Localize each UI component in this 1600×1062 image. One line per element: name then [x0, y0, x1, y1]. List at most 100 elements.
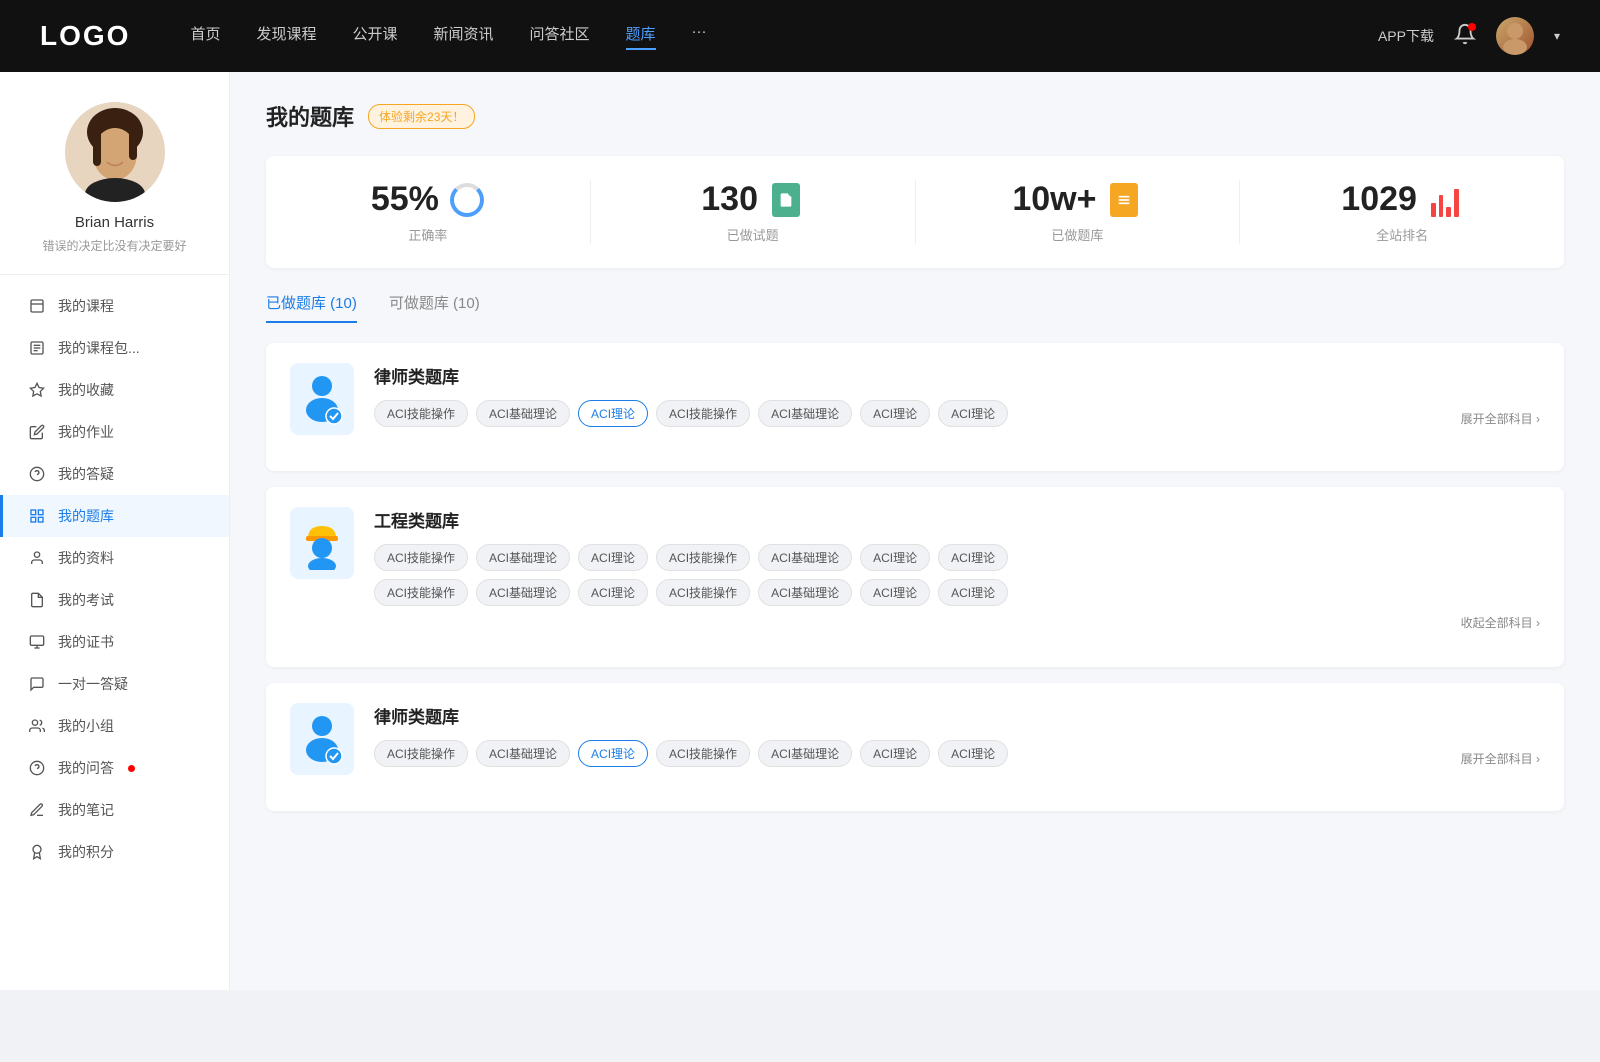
sidebar-item-qbank[interactable]: 我的题库 — [0, 495, 229, 537]
nav-discover[interactable]: 发现课程 — [256, 23, 316, 50]
nav-open-course[interactable]: 公开课 — [352, 23, 397, 50]
qbank-1-tag-5[interactable]: ACI理论 — [860, 400, 930, 427]
nav-qa[interactable]: 问答社区 — [530, 23, 590, 50]
sidebar-item-my-qa[interactable]: 我的问答 — [0, 747, 229, 789]
qbank-3-tag-5[interactable]: ACI理论 — [860, 740, 930, 767]
qbank-2-tags-row2: ACI技能操作 ACI基础理论 ACI理论 ACI技能操作 ACI基础理论 AC… — [374, 579, 1540, 606]
qbank-1-icon — [290, 363, 354, 435]
sidebar-item-course-pkg[interactable]: 我的课程包... — [0, 327, 229, 369]
qbank-2-collapse[interactable]: 收起全部科目 › — [374, 614, 1540, 631]
sidebar-label-points: 我的积分 — [58, 842, 114, 862]
qbank-2-tag2-1[interactable]: ACI基础理论 — [476, 579, 570, 606]
stat-done-banks-label: 已做题库 — [1051, 225, 1103, 244]
qbank-2-tag2-5[interactable]: ACI理论 — [860, 579, 930, 606]
profile-slogan: 错误的决定比没有决定要好 — [42, 237, 186, 254]
qbank-1-tag-2[interactable]: ACI理论 — [578, 400, 648, 427]
qbank-1-tag-0[interactable]: ACI技能操作 — [374, 400, 468, 427]
list-shape-icon — [1110, 183, 1138, 217]
sidebar-label-certificate: 我的证书 — [58, 632, 114, 652]
qbank-2-tag-2[interactable]: ACI理论 — [578, 544, 648, 571]
app-download-button[interactable]: APP下载 — [1378, 26, 1434, 46]
qbank-2-tag-6[interactable]: ACI理论 — [938, 544, 1008, 571]
engineer-icon-svg — [300, 516, 344, 570]
qbank-2-tag-4[interactable]: ACI基础理论 — [758, 544, 852, 571]
page-title: 我的题库 — [266, 100, 354, 132]
course-pkg-icon — [28, 339, 46, 357]
qbank-1-tag-1[interactable]: ACI基础理论 — [476, 400, 570, 427]
tab-available-banks[interactable]: 可做题库 (10) — [389, 292, 480, 323]
qbank-2-tag-5[interactable]: ACI理论 — [860, 544, 930, 571]
stat-done-questions: 130 已做试题 — [591, 180, 916, 244]
sidebar-label-tutoring: 一对一答疑 — [58, 674, 128, 694]
user-avatar[interactable] — [1496, 17, 1534, 55]
qbank-1-body: 律师类题库 ACI技能操作 ACI基础理论 ACI理论 ACI技能操作 ACI基… — [374, 363, 1540, 427]
user-menu-chevron[interactable]: ▾ — [1554, 29, 1560, 43]
qbank-2-title: 工程类题库 — [374, 507, 1540, 532]
qbank-3-tag-3[interactable]: ACI技能操作 — [656, 740, 750, 767]
sidebar-item-group[interactable]: 我的小组 — [0, 705, 229, 747]
qbank-1-tag-4[interactable]: ACI基础理论 — [758, 400, 852, 427]
sidebar-item-favorites[interactable]: 我的收藏 — [0, 369, 229, 411]
qbank-card-2: 工程类题库 ACI技能操作 ACI基础理论 ACI理论 ACI技能操作 ACI基… — [266, 487, 1564, 667]
sidebar-item-notes[interactable]: 我的笔记 — [0, 789, 229, 831]
sidebar-item-course[interactable]: 我的课程 — [0, 285, 229, 327]
qbank-3-tag-1[interactable]: ACI基础理论 — [476, 740, 570, 767]
profile-avatar-svg — [65, 102, 165, 202]
course-icon — [28, 297, 46, 315]
favorites-icon — [28, 381, 46, 399]
profile-avatar[interactable] — [65, 102, 165, 202]
nav-qbank[interactable]: 题库 — [626, 23, 656, 50]
nav-news[interactable]: 新闻资讯 — [434, 23, 494, 50]
sidebar-item-points[interactable]: 我的积分 — [0, 831, 229, 873]
qbank-2-tag-3[interactable]: ACI技能操作 — [656, 544, 750, 571]
qbank-2-tag2-3[interactable]: ACI技能操作 — [656, 579, 750, 606]
qbank-1-title: 律师类题库 — [374, 363, 1540, 388]
stat-accuracy-value: 55% — [371, 180, 439, 219]
qbank-2-tag-1[interactable]: ACI基础理论 — [476, 544, 570, 571]
exam-icon — [28, 591, 46, 609]
bar1 — [1431, 203, 1436, 217]
qbank-2-body: 工程类题库 ACI技能操作 ACI基础理论 ACI理论 ACI技能操作 ACI基… — [374, 507, 1540, 631]
sidebar-item-certificate[interactable]: 我的证书 — [0, 621, 229, 663]
qbank-3-body: 律师类题库 ACI技能操作 ACI基础理论 ACI理论 ACI技能操作 ACI基… — [374, 703, 1540, 767]
tab-done-banks[interactable]: 已做题库 (10) — [266, 292, 357, 323]
main-container: Brian Harris 错误的决定比没有决定要好 我的课程 我的课程包... — [0, 72, 1600, 990]
accuracy-icon — [449, 182, 485, 218]
circle-chart-icon — [450, 183, 484, 217]
points-icon — [28, 843, 46, 861]
stat-ranking-value: 1029 — [1341, 180, 1417, 219]
qbank-2-tag2-2[interactable]: ACI理论 — [578, 579, 648, 606]
qbank-3-tag-2[interactable]: ACI理论 — [578, 740, 648, 767]
content-tabs: 已做题库 (10) 可做题库 (10) — [266, 292, 1564, 323]
qbank-1-tag-6[interactable]: ACI理论 — [938, 400, 1008, 427]
lawyer2-icon-svg — [300, 712, 344, 766]
stat-accuracy-top: 55% — [371, 180, 485, 219]
qbank-3-tag-0[interactable]: ACI技能操作 — [374, 740, 468, 767]
notification-bell[interactable] — [1454, 23, 1476, 50]
qbank-2-tag2-4[interactable]: ACI基础理论 — [758, 579, 852, 606]
sidebar-item-exam[interactable]: 我的考试 — [0, 579, 229, 621]
sidebar-label-qa: 我的答疑 — [58, 464, 114, 484]
sidebar-item-profile[interactable]: 我的资料 — [0, 537, 229, 579]
sidebar-item-qa[interactable]: 我的答疑 — [0, 453, 229, 495]
qbank-1-tag-3[interactable]: ACI技能操作 — [656, 400, 750, 427]
sidebar-item-homework[interactable]: 我的作业 — [0, 411, 229, 453]
qbank-2-tag-0[interactable]: ACI技能操作 — [374, 544, 468, 571]
qbank-1-tags: ACI技能操作 ACI基础理论 ACI理论 ACI技能操作 ACI基础理论 AC… — [374, 400, 1540, 427]
sidebar: Brian Harris 错误的决定比没有决定要好 我的课程 我的课程包... — [0, 72, 230, 990]
qbank-1-expand[interactable]: 展开全部科目 › — [1461, 410, 1540, 427]
logo: LOGO — [40, 20, 130, 52]
stat-ranking: 1029 全站排名 — [1240, 180, 1564, 244]
nav-more[interactable]: ··· — [692, 23, 707, 50]
qbank-2-tag2-6[interactable]: ACI理论 — [938, 579, 1008, 606]
nav-home[interactable]: 首页 — [190, 23, 220, 50]
nav-right: APP下载 ▾ — [1378, 17, 1560, 55]
qbank-3-tag-4[interactable]: ACI基础理论 — [758, 740, 852, 767]
sidebar-item-tutoring[interactable]: 一对一答疑 — [0, 663, 229, 705]
qbank-3-expand[interactable]: 展开全部科目 › — [1461, 750, 1540, 767]
page-header: 我的题库 体验剩余23天！ — [266, 100, 1564, 132]
qbank-3-tag-6[interactable]: ACI理论 — [938, 740, 1008, 767]
qbank-2-tag2-0[interactable]: ACI技能操作 — [374, 579, 468, 606]
sidebar-label-group: 我的小组 — [58, 716, 114, 736]
sidebar-label-course-pkg: 我的课程包... — [58, 338, 140, 358]
